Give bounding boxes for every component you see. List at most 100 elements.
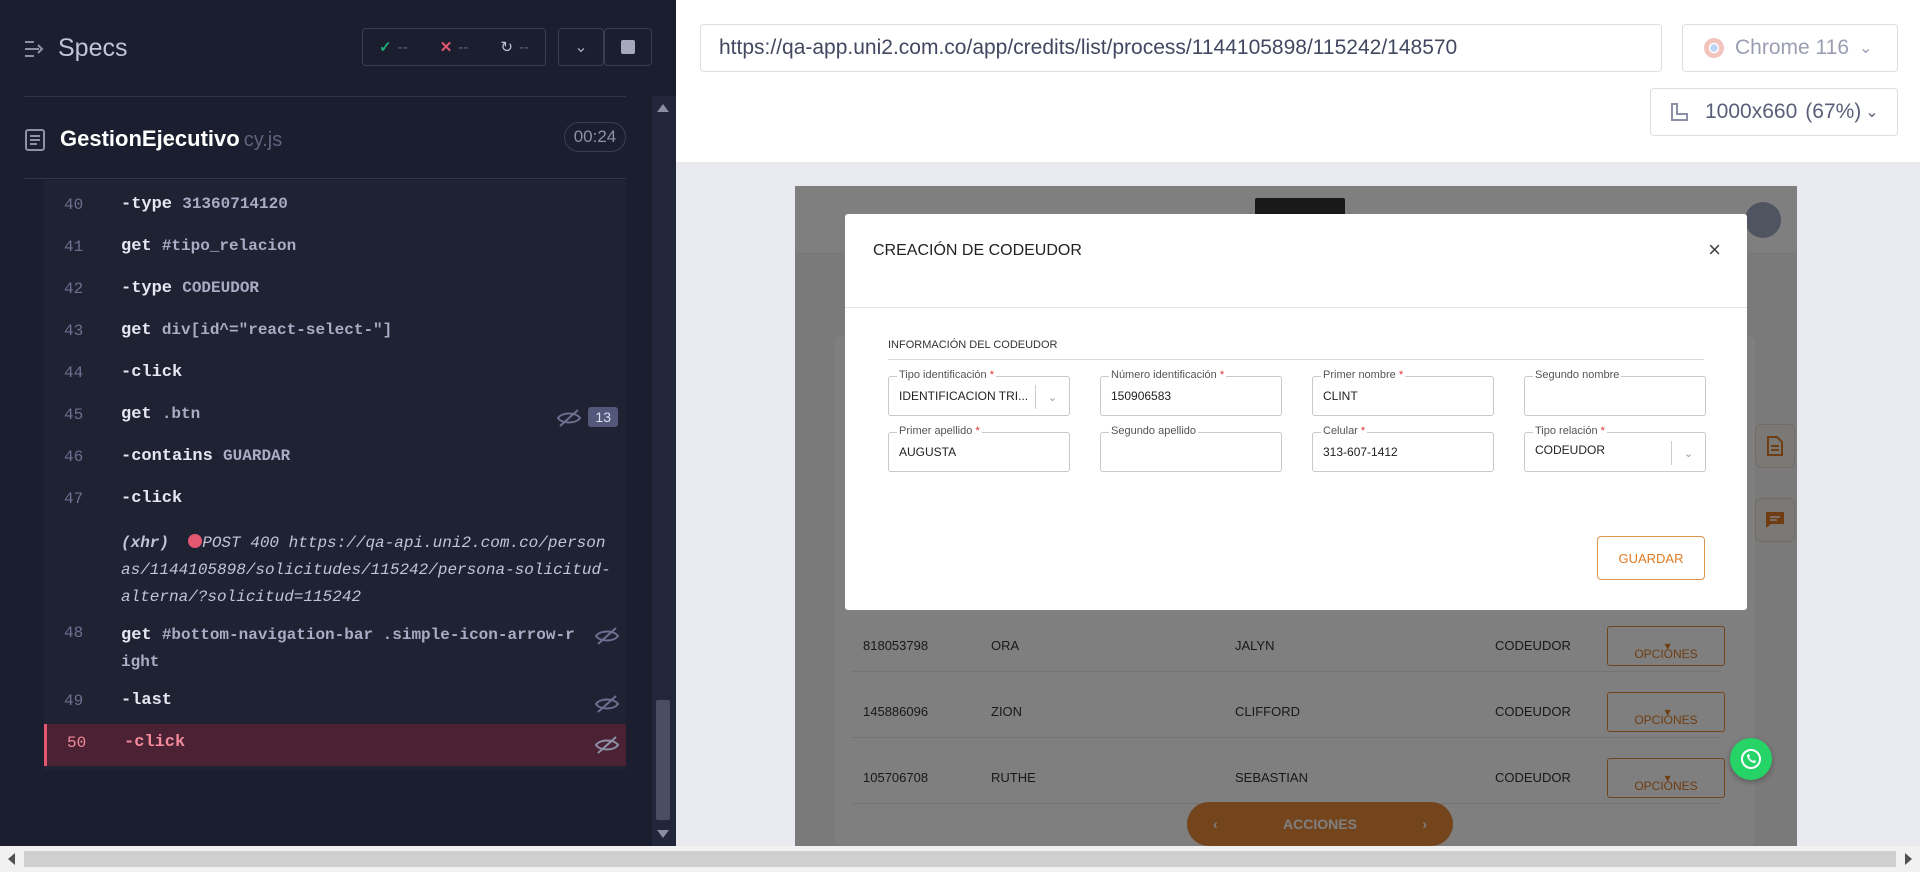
- save-button[interactable]: GUARDAR: [1597, 536, 1705, 580]
- create-codeudor-modal: CREACIÓN DE CODEUDOR × INFORMACIÓN DEL C…: [845, 214, 1747, 610]
- command-row[interactable]: 48 get #bottom-navigation-bar .simple-ic…: [44, 618, 626, 674]
- command-row[interactable]: 47 -click: [44, 484, 626, 518]
- ruler-icon: [1671, 103, 1688, 121]
- stop-button[interactable]: [604, 28, 652, 66]
- segundo-apellido-field[interactable]: Segundo apellido: [1100, 425, 1282, 472]
- command-log: 40 -type 31360714120 41 get #tipo_relaci…: [44, 180, 626, 770]
- primer-apellido-field[interactable]: Primer apellido * AUGUSTA: [888, 425, 1070, 472]
- spec-name: GestionEjecutivo cy.js: [60, 126, 283, 151]
- viewport-selector[interactable]: 1000x660 (67%) ⌄: [1650, 88, 1898, 136]
- segundo-nombre-field[interactable]: Segundo nombre: [1524, 369, 1706, 416]
- passed-count: --: [397, 38, 408, 56]
- chrome-icon: [1704, 38, 1724, 58]
- browser-name: Chrome 116: [1735, 36, 1850, 59]
- command-number: 41: [64, 238, 84, 256]
- reporter-scrollbar[interactable]: [652, 96, 676, 846]
- url-bar[interactable]: https://qa-app.uni2.com.co/app/credits/l…: [700, 24, 1662, 72]
- command-method: -click: [121, 363, 183, 382]
- command-method: get div[id^="react-select-"]: [121, 321, 393, 340]
- field-value: IDENTIFICACION TRI...: [899, 389, 1029, 403]
- field-value: 313-607-1412: [1323, 445, 1398, 459]
- command-row[interactable]: 42 -type CODEUDOR: [44, 274, 626, 308]
- command-method: -click: [121, 489, 183, 508]
- command-method: get #bottom-navigation-bar .simple-icon-…: [121, 626, 575, 671]
- eye-slash-icon: [556, 409, 582, 427]
- command-arg: #bottom-navigation-bar .simple-icon-arro…: [121, 626, 575, 671]
- failed-stat: ✕ --: [439, 38, 469, 57]
- close-icon[interactable]: ×: [1708, 239, 1721, 261]
- scroll-right-arrow-icon[interactable]: [1905, 853, 1912, 865]
- command-row[interactable]: 45 get .btn 13: [44, 400, 626, 434]
- scroll-thumb[interactable]: [24, 851, 1896, 867]
- field-label: Segundo apellido: [1109, 425, 1199, 437]
- command-number: 44: [64, 364, 84, 382]
- chevron-down-icon[interactable]: ⌄: [1035, 385, 1069, 409]
- collapse-button[interactable]: ⌄: [558, 28, 604, 66]
- section-title: INFORMACIÓN DEL CODEUDOR: [888, 339, 1058, 351]
- field-value: 150906583: [1111, 389, 1172, 403]
- scroll-down-arrow-icon[interactable]: [657, 830, 669, 838]
- celular-field[interactable]: Celular * 313-607-1412: [1312, 425, 1494, 472]
- command-number: 49: [64, 692, 84, 710]
- command-number: 46: [64, 448, 84, 466]
- xhr-log: (xhr) POST 400 https://qa-api.uni2.com.c…: [121, 530, 611, 611]
- command-row[interactable]: 43 get div[id^="react-select-"]: [44, 316, 626, 350]
- eye-slash-icon: [594, 695, 620, 713]
- x-icon: ✕: [439, 39, 453, 56]
- command-arg: div[id^="react-select-"]: [161, 321, 393, 339]
- failed-command-row[interactable]: 50 -click: [44, 724, 626, 766]
- pending-count: --: [518, 38, 529, 56]
- failed-dot-icon: [188, 534, 203, 548]
- scroll-up-arrow-icon[interactable]: [657, 104, 669, 112]
- field-label: Tipo relación *: [1533, 425, 1607, 437]
- chevron-down-icon[interactable]: ⌄: [1671, 441, 1705, 465]
- divider: [24, 96, 626, 97]
- command-method: -type 31360714120: [121, 195, 288, 214]
- command-method: get #tipo_relacion: [121, 237, 297, 256]
- scroll-thumb[interactable]: [656, 700, 670, 820]
- command-row[interactable]: 49 -last: [44, 686, 626, 720]
- required-asterisk: *: [1600, 425, 1605, 437]
- tipo-relacion-select[interactable]: Tipo relación * CODEUDOR ⌄: [1524, 425, 1706, 472]
- command-number: 45: [64, 406, 84, 424]
- command-arg: CODEUDOR: [182, 279, 260, 297]
- app-frame: 818053798 ORA JALYN CODEUDOR OPCIONES ▾ …: [795, 186, 1797, 846]
- command-method: -type CODEUDOR: [121, 279, 260, 298]
- xhr-label: (xhr): [121, 534, 170, 552]
- aut-header: https://qa-app.uni2.com.co/app/credits/l…: [676, 0, 1920, 162]
- command-row[interactable]: 46 -contains GUARDAR: [44, 442, 626, 476]
- command-arg: #tipo_relacion: [161, 237, 297, 255]
- command-number: 43: [64, 322, 84, 340]
- spec-ext: cy.js: [243, 129, 283, 151]
- specs-toggle[interactable]: Specs: [24, 34, 127, 63]
- required-asterisk: *: [1398, 369, 1404, 381]
- menu-arrow-icon: [25, 40, 44, 57]
- command-number: 50: [67, 734, 87, 752]
- command-number: 42: [64, 280, 84, 298]
- field-value: AUGUSTA: [899, 445, 957, 459]
- modal-title: CREACIÓN DE CODEUDOR: [873, 242, 1082, 259]
- test-stats: ✓ -- ✕ -- ↻ --: [362, 28, 546, 66]
- chevron-down-icon: ⌄: [1865, 104, 1879, 121]
- browser-selector[interactable]: Chrome 116 ⌄: [1682, 24, 1898, 72]
- scroll-left-arrow-icon[interactable]: [8, 853, 15, 865]
- command-row[interactable]: 44 -click: [44, 358, 626, 392]
- command-row[interactable]: 40 -type 31360714120: [44, 190, 626, 224]
- reporter-header: Specs ✓ -- ✕ -- ↻ -- ⌄: [0, 0, 676, 96]
- numero-identificacion-field[interactable]: Número identificación * 150906583: [1100, 369, 1282, 416]
- horizontal-scrollbar[interactable]: [0, 846, 1920, 872]
- spec-file-row[interactable]: GestionEjecutivo cy.js 00:24: [0, 108, 652, 176]
- whatsapp-button[interactable]: [1730, 738, 1772, 780]
- tipo-identificacion-select[interactable]: Tipo identificación * IDENTIFICACION TRI…: [888, 369, 1070, 416]
- command-row[interactable]: 41 get #tipo_relacion: [44, 232, 626, 266]
- viewport-zoom: (67%): [1805, 100, 1862, 123]
- eye-slash-icon: [594, 627, 620, 645]
- chevron-down-icon: ⌄: [574, 39, 588, 56]
- field-label: Segundo nombre: [1533, 369, 1622, 381]
- field-label: Celular *: [1321, 425, 1368, 437]
- primer-nombre-field[interactable]: Primer nombre * CLINT: [1312, 369, 1494, 416]
- eye-slash-icon: [594, 736, 620, 754]
- field-label: Primer nombre *: [1321, 369, 1406, 381]
- required-asterisk: *: [1219, 369, 1225, 381]
- xhr-row[interactable]: (xhr) POST 400 https://qa-api.uni2.com.c…: [44, 526, 626, 606]
